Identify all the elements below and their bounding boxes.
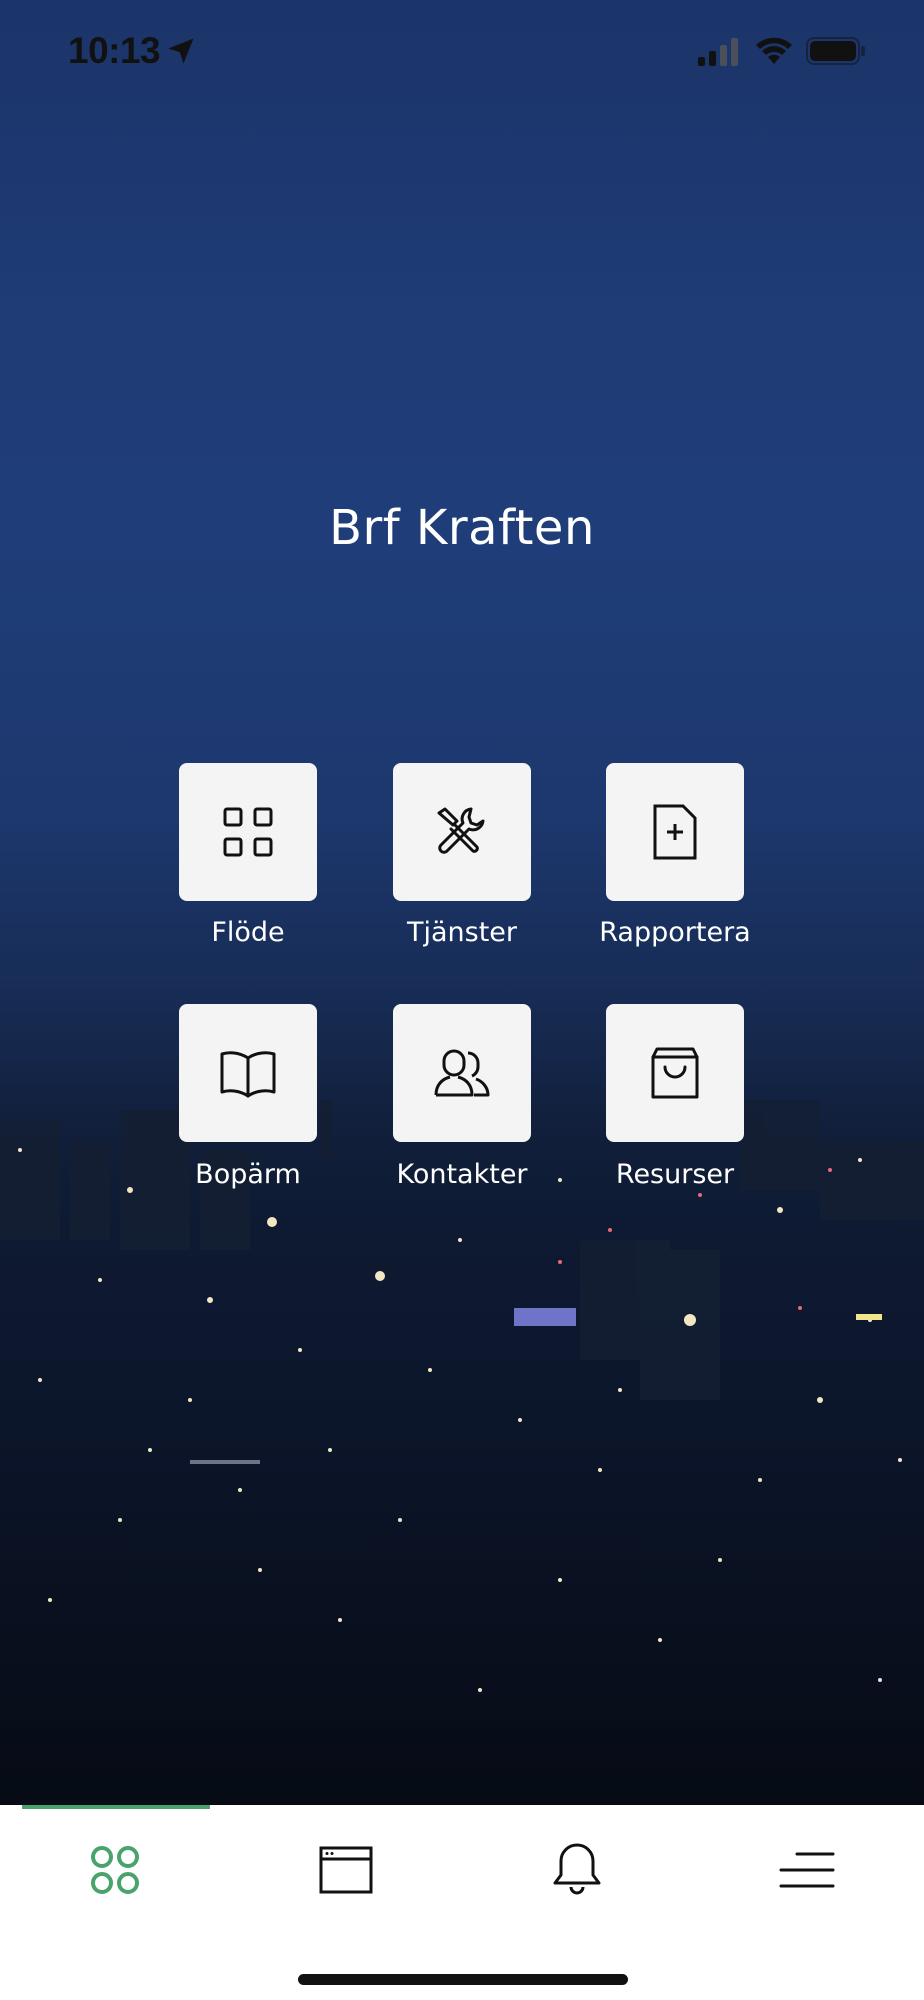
status-time: 10:13 [68,30,161,71]
tile-kontakter-label: Kontakter [396,1159,528,1190]
nav-menu-button[interactable] [757,1825,857,1915]
nav-browser-button[interactable] [296,1825,396,1915]
nav-notifications-button[interactable] [527,1825,627,1915]
city-lights-decoration [0,1060,924,1805]
status-bar: 10:13 [0,0,924,110]
tile-tjanster-button[interactable] [393,763,531,901]
book-icon [220,1051,276,1098]
tile-rapportera-button[interactable] [606,763,744,901]
tile-resurser-label: Resurser [615,1159,735,1190]
wifi-icon [756,37,792,64]
grid-icon [223,807,273,857]
cellular-signal-icon [698,38,738,66]
menu-icon [779,1852,835,1888]
tile-flode-button[interactable] [179,763,317,901]
home-indicator [298,1974,628,1985]
nav-home-button[interactable] [65,1825,165,1915]
document-plus-icon [653,804,697,860]
tile-tjanster-label: Tjänster [406,917,518,948]
bottom-tab-bar [0,1805,924,2000]
tile-boparm-label: Bopärm [195,1159,301,1190]
tile-flode-label: Flöde [211,917,285,948]
tile-rapportera-label: Rapportera [599,917,751,948]
page-title: Brf Kraften [329,500,595,556]
tile-boparm-button[interactable] [179,1004,317,1142]
battery-icon [806,37,865,65]
home-grid-icon [91,1846,139,1894]
background-city-image [0,0,924,1805]
shopping-bag-icon [651,1047,699,1099]
contacts-icon [434,1049,490,1097]
tools-icon [437,807,485,854]
bell-icon [553,1843,601,1895]
tile-kontakter-button[interactable] [393,1004,531,1142]
location-arrow-icon [168,38,194,64]
tile-resurser-button[interactable] [606,1004,744,1142]
active-tab-indicator [22,1805,210,1809]
browser-window-icon [319,1846,373,1894]
